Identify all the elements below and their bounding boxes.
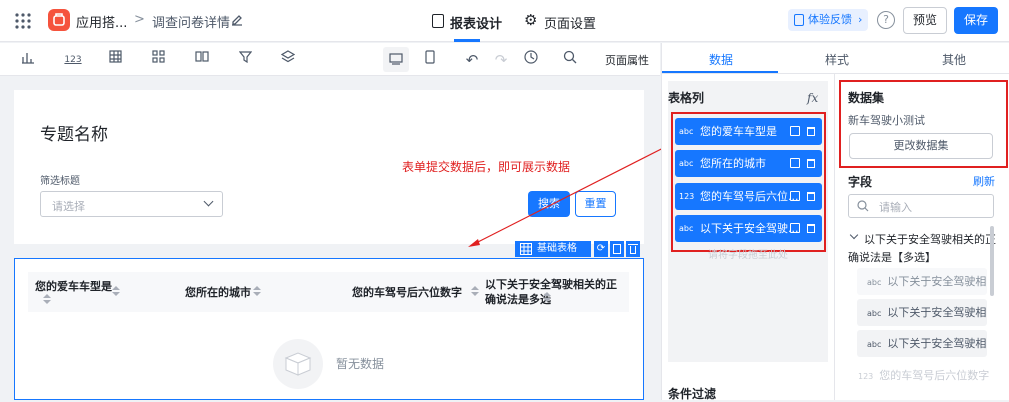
tab-active-indicator bbox=[662, 71, 778, 73]
tab-style[interactable]: 样式 bbox=[825, 51, 849, 68]
column-type-label: abc bbox=[679, 224, 694, 233]
field-type-label: abc bbox=[867, 278, 882, 287]
delete-icon[interactable] bbox=[807, 127, 815, 136]
field-item[interactable]: abc 以下关于安全驾驶相... bbox=[857, 299, 987, 326]
right-divider bbox=[834, 74, 835, 400]
dataset-title: 数据集 bbox=[848, 91, 885, 105]
refresh-link[interactable]: 刷新 bbox=[973, 173, 995, 189]
formula-icon[interactable]: fx bbox=[807, 91, 818, 105]
edit-icon[interactable] bbox=[790, 223, 800, 233]
table-columns-title: 表格列 bbox=[668, 91, 705, 105]
field-group-label[interactable]: 以下关于安全驾驶相关的正 bbox=[864, 231, 996, 247]
column-item-car-model[interactable]: abc 您的爱车车型是 bbox=[675, 118, 822, 145]
delete-icon[interactable] bbox=[807, 159, 815, 168]
tab-other[interactable]: 其他 bbox=[942, 51, 966, 68]
column-item-label: 您的爱车车型是 bbox=[700, 125, 777, 138]
fields-search-input[interactable]: 请输入 bbox=[848, 194, 994, 218]
delete-icon[interactable] bbox=[807, 224, 815, 233]
field-item-label: 以下关于安全驾驶相... bbox=[887, 275, 987, 288]
condition-filter-title: 条件过滤 bbox=[668, 387, 717, 401]
field-item-label: 您的车驾号后六位数字 bbox=[879, 369, 990, 382]
delete-icon[interactable] bbox=[807, 192, 815, 201]
edit-icon[interactable] bbox=[790, 191, 800, 201]
column-type-label: abc bbox=[679, 127, 694, 136]
fields-title: 字段 bbox=[848, 175, 873, 189]
field-type-label: abc bbox=[867, 309, 882, 318]
drag-hint: 请将字段拖至此处 bbox=[708, 250, 788, 261]
field-item-label: 以下关于安全驾驶相... bbox=[887, 337, 987, 350]
field-type-label: 123 bbox=[858, 372, 874, 381]
column-item-label: 您的车驾号后六位... bbox=[700, 190, 799, 203]
column-item-plate-number[interactable]: 123 您的车驾号后六位... bbox=[675, 183, 822, 210]
search-icon bbox=[857, 200, 869, 212]
edit-icon[interactable] bbox=[790, 126, 800, 136]
panel-tabs: 数据 样式 其他 bbox=[662, 43, 1009, 74]
field-item[interactable]: 123 您的车驾号后六位数字 bbox=[848, 362, 990, 389]
column-item-city[interactable]: abc 您所在的城市 bbox=[675, 150, 822, 177]
field-item[interactable]: abc 以下关于安全驾驶相... bbox=[857, 330, 987, 357]
fields-scrollbar[interactable] bbox=[990, 226, 994, 296]
column-item-safety[interactable]: abc 以下关于安全驾驶... bbox=[675, 215, 822, 242]
change-dataset-button[interactable]: 更改数据集 bbox=[849, 133, 993, 159]
column-item-label: 以下关于安全驾驶... bbox=[700, 222, 799, 235]
tab-data[interactable]: 数据 bbox=[709, 51, 733, 68]
edit-icon[interactable] bbox=[790, 158, 800, 168]
column-type-label: 123 bbox=[679, 192, 695, 201]
field-group-label-2: 确说法是【多选】 bbox=[848, 251, 936, 264]
field-type-label: abc bbox=[867, 340, 882, 349]
column-type-label: abc bbox=[679, 159, 694, 168]
fields-search-placeholder: 请输入 bbox=[879, 201, 912, 214]
dataset-name: 新车驾驶小测试 bbox=[848, 114, 925, 127]
column-item-label: 您所在的城市 bbox=[700, 157, 766, 170]
field-item-label: 以下关于安全驾驶相... bbox=[887, 306, 987, 319]
field-item[interactable]: abc 以下关于安全驾驶相... bbox=[857, 268, 987, 295]
